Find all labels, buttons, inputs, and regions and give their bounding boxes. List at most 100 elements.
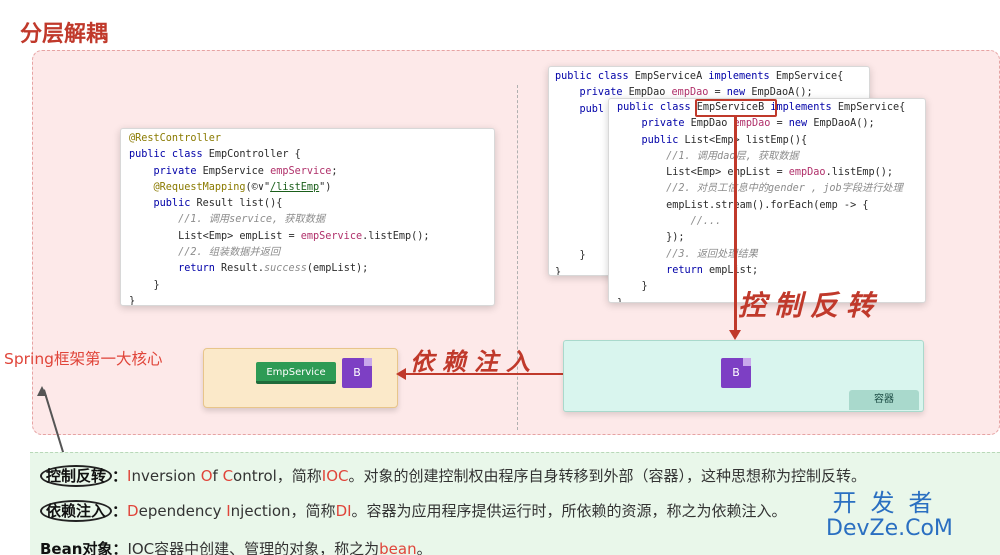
code-token: public xyxy=(617,134,685,146)
code-token: return xyxy=(617,264,710,276)
code-token: empDao xyxy=(788,167,826,179)
di-arrow-head xyxy=(396,368,406,380)
definition-fragment: bean xyxy=(379,540,417,555)
code-token: EmpDao xyxy=(690,118,734,130)
code-line: private EmpService empService; xyxy=(129,164,494,180)
code-token: //2. 对员工信息中的gender , job字段进行处理 xyxy=(617,183,903,195)
bean-definition: Bean对象：IOC容器中创建、管理的对象，称之为bean。 xyxy=(40,538,432,555)
code-token: EmpService{ xyxy=(837,102,906,113)
code-line: return Result.success(empList); xyxy=(129,261,494,277)
code-token: EmpController { xyxy=(208,149,301,161)
code-token: new xyxy=(788,118,814,130)
code-token: } xyxy=(617,281,648,293)
di-definition: 依赖注入 ：Dependency Injection，简称DI。容器为应用程序提供… xyxy=(40,500,787,522)
code-token: .listEmp(); xyxy=(825,167,894,179)
container-tag: 容器 xyxy=(849,390,919,410)
code-token: @RequestMapping xyxy=(129,181,246,193)
code-token: //... xyxy=(617,216,722,228)
definition-fragment: IOC xyxy=(321,467,349,485)
code-token: public class xyxy=(617,102,697,113)
code-line: @RequestMapping(©∨"/listEmp") xyxy=(129,180,494,196)
code-token: } xyxy=(617,298,623,302)
di-term: 依赖注入 xyxy=(40,500,113,522)
code-token: List<Emp> empList = xyxy=(129,230,301,242)
code-token: = xyxy=(770,118,789,130)
bean-definition-text: IOC容器中创建、管理的对象，称之为bean。 xyxy=(127,540,431,555)
code-line: //1. 调用dao层, 获取数据 xyxy=(617,149,925,165)
code-line: public Result list(){ xyxy=(129,196,494,212)
code-line: empList.stream().forEach(emp -> { xyxy=(617,198,925,214)
code-token: (©∨" xyxy=(245,181,271,193)
code-token: empList.stream().forEach(emp -> { xyxy=(617,199,869,211)
code-line: private EmpDao empDao = new EmpDaoA(); xyxy=(617,116,925,132)
code-token: //1. 调用dao层, 获取数据 xyxy=(617,150,799,162)
code-token: empDao xyxy=(671,87,709,99)
ioc-arrow-line xyxy=(734,117,737,334)
panel-divider xyxy=(517,85,518,430)
code-token: ") xyxy=(319,181,332,193)
code-token: //1. 调用service, 获取数据 xyxy=(129,214,326,226)
definition-fragment: IOC容器中创建、管理的对象，称之为 xyxy=(127,540,380,555)
bean-file-icon: B xyxy=(342,358,372,388)
code-token: private xyxy=(617,118,691,130)
code-token: private xyxy=(555,87,629,99)
definition-fragment: f xyxy=(212,467,223,485)
watermark-cn: 开发者 xyxy=(832,489,947,517)
page-title: 分层解耦 xyxy=(20,22,109,47)
definition-fragment: njection，简称 xyxy=(230,502,336,520)
container-bean-file-icon: B xyxy=(721,358,751,388)
definition-fragment: C xyxy=(222,467,234,485)
code-token: publ xyxy=(555,103,605,115)
code-token: Result list(){ xyxy=(196,198,283,210)
code-token: EmpService xyxy=(202,165,271,177)
code-line: public class EmpServiceA implements EmpS… xyxy=(555,69,869,85)
code-token: private xyxy=(129,165,203,177)
di-handwritten-label: 依赖注入 xyxy=(410,347,538,376)
code-line: return empList; xyxy=(617,263,925,279)
code-token: empService xyxy=(270,165,332,177)
code-line: }); xyxy=(617,230,925,246)
controller-code-block: @RestController public class EmpControlle… xyxy=(120,128,495,306)
code-token: } xyxy=(555,266,562,276)
code-token: List<Emp> listEmp(){ xyxy=(684,134,808,146)
code-token: public class xyxy=(129,149,209,161)
code-token: public class xyxy=(555,71,635,82)
ioc-handwritten-label: 控制反转 xyxy=(738,289,883,322)
code-token: EmpDaoA(); xyxy=(813,118,875,130)
definition-fragment: nversion xyxy=(131,467,201,485)
code-token: implements xyxy=(708,71,776,82)
spring-core-label: Spring框架第一大核心 xyxy=(4,350,163,368)
ioc-arrow-head xyxy=(729,330,741,340)
code-line: public List<Emp> listEmp(){ xyxy=(617,133,925,149)
di-definition-text: Dependency Injection，简称DI。容器为应用程序提供运行时，所… xyxy=(127,502,787,520)
code-token: = xyxy=(708,87,727,99)
code-token: empDao xyxy=(733,118,771,130)
ioc-definition: 控制反转 ：Inversion Of Control，简称IOC。对象的创建控制权… xyxy=(40,465,867,487)
class-name-highlight xyxy=(695,99,777,117)
code-line: List<Emp> empList = empService.listEmp()… xyxy=(129,229,494,245)
code-token: empService xyxy=(300,230,363,242)
definition-fragment: DI xyxy=(335,502,352,520)
definition-fragment: ontrol，简称 xyxy=(233,467,322,485)
code-line: //... xyxy=(617,214,925,230)
bean-colon: ： xyxy=(112,540,128,555)
code-token: } xyxy=(555,250,586,262)
code-token: } xyxy=(129,279,160,291)
code-token: EmpDaoA(); xyxy=(751,87,813,99)
code-token: .listEmp(); xyxy=(362,230,430,242)
code-token: public xyxy=(129,198,197,210)
code-token: EmpService{ xyxy=(775,71,844,82)
di-colon: ： xyxy=(112,502,128,520)
code-token: EmpServiceA xyxy=(634,71,709,82)
code-token: ; xyxy=(331,165,338,177)
code-line: //1. 调用service, 获取数据 xyxy=(129,212,494,228)
definition-fragment: 。对象的创建控制权由程序自身转移到外部（容器），这种思想称为控制反转。 xyxy=(348,467,867,485)
code-token: (empList); xyxy=(306,263,369,275)
